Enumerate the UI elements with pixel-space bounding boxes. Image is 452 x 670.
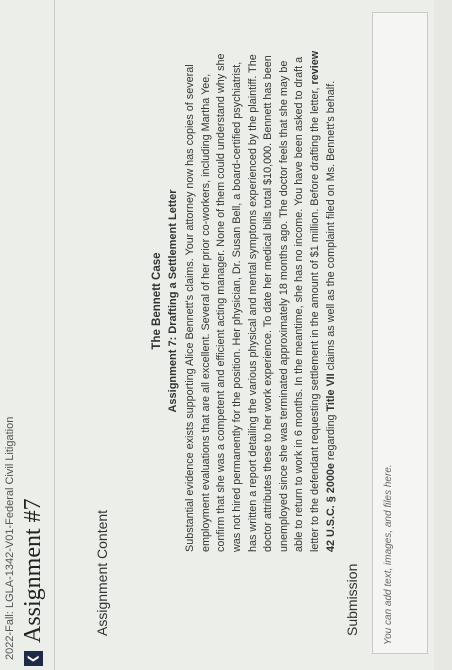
assignment-body: Substantial evidence exists supporting A…: [183, 50, 339, 552]
course-breadcrumb[interactable]: 2022-Fall: LGLA-1342-V01-Federal Civil L…: [4, 417, 16, 660]
page-edge: [434, 0, 452, 670]
assignment-heading: Assignment 7: Drafting a Settlement Lett…: [166, 189, 179, 413]
body-paragraph: Substantial evidence exists supporting A…: [183, 50, 339, 552]
submission-placeholder: You can add text, images, and files here…: [383, 464, 394, 645]
title-vii-reference: Title VII: [324, 373, 337, 412]
submission-label: Submission: [344, 563, 360, 636]
assignment-content-label: Assignment Content: [94, 509, 110, 636]
title-row: ❮ Assignment #7: [20, 498, 47, 666]
assignment-page: 2022-Fall: LGLA-1342-V01-Federal Civil L…: [0, 0, 452, 670]
page-title: Assignment #7: [20, 498, 46, 643]
submission-input[interactable]: You can add text, images, and files here…: [372, 12, 428, 654]
assignment-content: The Bennett Case Assignment 7: Drafting …: [150, 50, 339, 552]
chevron-left-icon[interactable]: ❮: [24, 651, 43, 666]
body-text: Substantial evidence exists supporting A…: [184, 53, 321, 552]
body-text-middle: regarding: [324, 411, 337, 464]
case-title: The Bennett Case: [151, 252, 163, 350]
header-divider: [54, 0, 55, 670]
body-text-end: claims as well as the complaint filed on…: [324, 80, 337, 374]
